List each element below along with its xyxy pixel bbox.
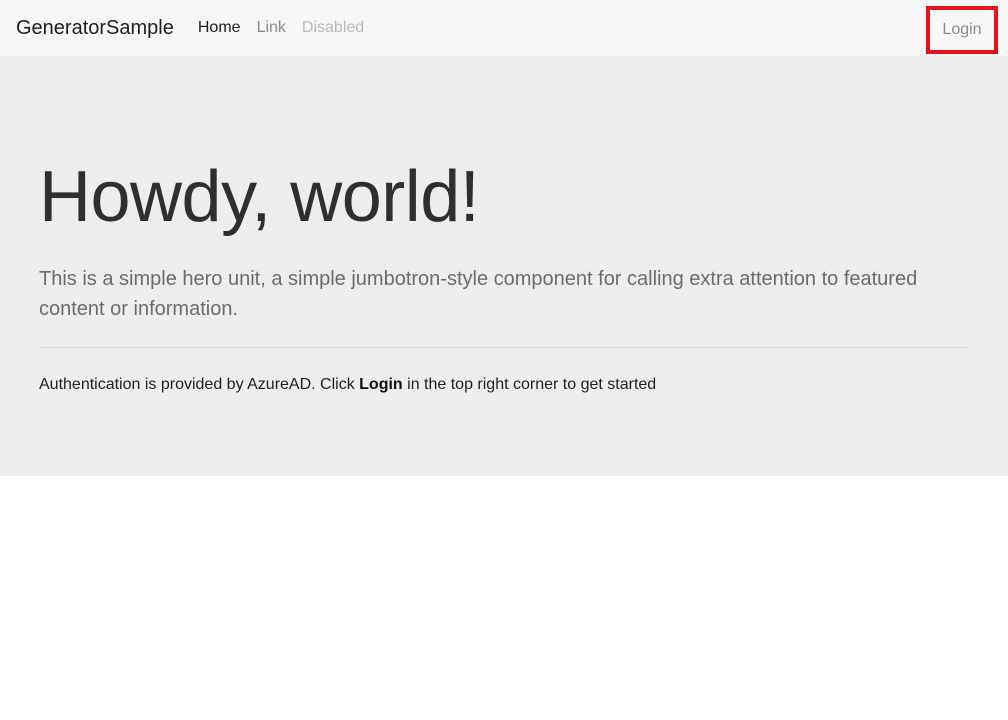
- nav-link-disabled: Disabled: [301, 19, 365, 36]
- login-highlight-box: Login: [926, 6, 998, 54]
- auth-info-prefix: Authentication is provided by AzureAD. C…: [39, 376, 360, 393]
- hero-jumbotron: Howdy, world! This is a simple hero unit…: [0, 56, 1008, 476]
- top-navbar: GeneratorSample Home Link Disabled Login: [0, 0, 1008, 56]
- hero-heading: Howdy, world!: [39, 157, 480, 237]
- nav-link-link[interactable]: Link: [249, 0, 294, 56]
- brand-link[interactable]: GeneratorSample: [16, 0, 174, 56]
- nav-links: Home Link Disabled: [198, 0, 372, 56]
- auth-info-login-emphasis: Login: [359, 376, 403, 393]
- auth-info-suffix: in the top right corner to get started: [402, 376, 657, 393]
- nav-link-home[interactable]: Home: [198, 0, 249, 56]
- auth-info-text: Authentication is provided by AzureAD. C…: [39, 374, 656, 396]
- hero-lead-text: This is a simple hero unit, a simple jum…: [39, 268, 918, 320]
- login-link[interactable]: Login: [942, 21, 981, 39]
- hero-divider: [39, 347, 969, 348]
